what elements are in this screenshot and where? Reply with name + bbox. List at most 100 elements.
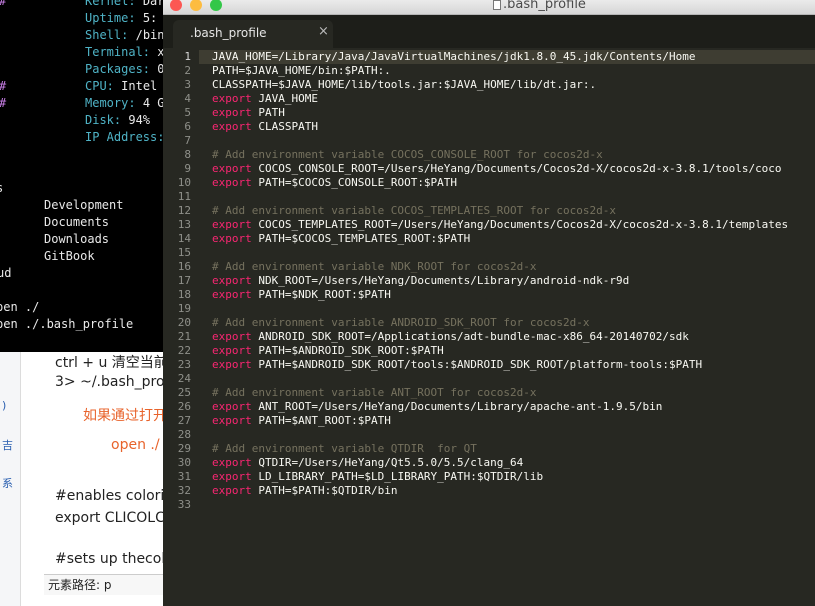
terminal-info-label: CPU:: [85, 79, 114, 93]
export-keyword: export: [212, 288, 252, 301]
line-number: 32: [177, 484, 191, 497]
code-line: export PATH=$COCOS_TEMPLATES_ROOT:$PATH: [212, 232, 470, 246]
terminal-info-line: #CPU: Intel: [0, 78, 157, 95]
line-number: 22: [177, 344, 191, 357]
code-text: ANT_ROOT=/Users/HeYang/Documents/Library…: [251, 400, 663, 413]
code-text: PATH=$ANDROID_SDK_ROOT/tools:$ANDROID_SD…: [251, 358, 703, 371]
export-keyword: export: [212, 232, 252, 245]
terminal-window: #Kernel: DarUptime: 5:Shell: /binTermina…: [0, 0, 170, 352]
code-line: # Add environment variable QTDIR for QT: [212, 442, 477, 456]
terminal-info-value: Dar: [142, 0, 165, 8]
terminal-folder-item: Documents: [44, 215, 110, 229]
code-text: COCOS_CONSOLE_ROOT=/Users/HeYang/Documen…: [251, 162, 782, 175]
code-comment: # Add environment variable ANT_ROOT for …: [212, 386, 537, 399]
line-number: 14: [177, 232, 191, 245]
terminal-info-line: Uptime: 5:: [0, 10, 157, 27]
minimize-window-button[interactable]: [190, 0, 202, 11]
doc-text-line: export CLICOLC: [55, 510, 165, 526]
terminal-info-value: Intel: [121, 79, 158, 93]
line-number-gutter: 1 2 3 4 5 6 7 8 9 10 11 12 13 14 15 16 17 18 19 20 21 22 23 24 2…: [163, 48, 199, 606]
code-line: export NDK_ROOT=/Users/HeYang/Documents/…: [212, 274, 629, 288]
sidebar-link-glyph[interactable]: 吉: [2, 437, 13, 453]
line-number: 10: [177, 176, 191, 189]
export-keyword: export: [212, 120, 252, 133]
line-number: 2: [184, 64, 191, 77]
terminal-info-line: #Memory: 4 G: [0, 95, 165, 112]
terminal-folder-item: Development: [44, 198, 124, 212]
line-number: 11: [177, 190, 191, 203]
terminal-folder-item: Downloads: [44, 232, 110, 246]
code-text: COCOS_TEMPLATES_ROOT=/Users/HeYang/Docum…: [251, 218, 789, 231]
line-number: 13: [177, 218, 191, 231]
export-keyword: export: [212, 470, 252, 483]
export-keyword: export: [212, 106, 252, 119]
terminal-hash: #: [0, 0, 85, 10]
tab-label: .bash_profile: [190, 26, 267, 40]
terminal-info-label: Shell:: [85, 28, 129, 42]
sidebar-link-glyph[interactable]: 系: [2, 475, 13, 491]
line-number: 20: [177, 316, 191, 329]
terminal-info-label: Uptime:: [85, 11, 136, 25]
terminal-command-line: pen ./.bash_profile: [0, 317, 134, 331]
code-line: CLASSPATH=$JAVA_HOME/lib/tools.jar:$JAVA…: [212, 78, 596, 92]
code-text: JAVA_HOME=/Library/Java/JavaVirtualMachi…: [212, 50, 696, 63]
code-line: export PATH=$COCOS_CONSOLE_ROOT:$PATH: [212, 176, 457, 190]
line-number: 9: [184, 162, 191, 175]
line-number: 7: [184, 134, 191, 147]
line-number: 30: [177, 456, 191, 469]
code-line: export COCOS_CONSOLE_ROOT=/Users/HeYang/…: [212, 162, 782, 176]
code-text: PATH=$ANT_ROOT:$PATH: [251, 414, 391, 427]
terminal-info-label: IP Address:: [85, 130, 165, 144]
line-number: 8: [184, 148, 191, 161]
line-number: 26: [177, 400, 191, 413]
terminal-info-line: IP Address:: [0, 129, 170, 146]
export-keyword: export: [212, 92, 252, 105]
terminal-info-label: Kernel:: [85, 0, 136, 8]
code-line: # Add environment variable ANT_ROOT for …: [212, 386, 537, 400]
code-line: # Add environment variable ANDROID_SDK_R…: [212, 316, 590, 330]
close-window-button[interactable]: [170, 0, 182, 11]
terminal-info-label: Terminal:: [85, 45, 151, 59]
terminal-command-line: pen ./: [0, 300, 40, 314]
line-number: 15: [177, 246, 191, 259]
code-line: export CLASSPATH: [212, 120, 318, 134]
code-text: NDK_ROOT=/Users/HeYang/Documents/Library…: [251, 274, 630, 287]
code-text: QTDIR=/Users/HeYang/Qt5.5.0/5.5/clang_64: [251, 456, 524, 469]
line-number: 18: [177, 288, 191, 301]
export-keyword: export: [212, 456, 252, 469]
line-number: 5: [184, 106, 191, 119]
code-line: export PATH=$ANDROID_SDK_ROOT/tools:$AND…: [212, 358, 702, 372]
sidebar-link-glyph[interactable]: ): [2, 399, 6, 412]
line-number: 19: [177, 302, 191, 315]
element-path-status: 元素路径: p: [44, 574, 170, 595]
window-titlebar[interactable]: .bash_profile: [163, 0, 815, 15]
code-line: export QTDIR=/Users/HeYang/Qt5.5.0/5.5/c…: [212, 456, 523, 470]
code-text: JAVA_HOME: [251, 92, 318, 105]
code-line: export PATH: [212, 106, 285, 120]
terminal-info-value: 94%: [128, 113, 151, 127]
tab-bash-profile[interactable]: .bash_profile ×: [173, 20, 333, 48]
code-line: export PATH=$PATH:$QTDIR/bin: [212, 484, 397, 498]
terminal-info-line: Packages: 0: [0, 61, 165, 78]
terminal-info-line: #Kernel: Dar: [0, 0, 165, 10]
code-line: export COCOS_TEMPLATES_ROOT=/Users/HeYan…: [212, 218, 788, 232]
line-number: 27: [177, 414, 191, 427]
window-title: .bash_profile: [503, 0, 586, 12]
code-text: PATH=$COCOS_TEMPLATES_ROOT:$PATH: [251, 232, 471, 245]
export-keyword: export: [212, 274, 252, 287]
terminal-text: s: [0, 180, 3, 197]
close-tab-icon[interactable]: ×: [318, 24, 329, 39]
code-line: PATH=$JAVA_HOME/bin:$PATH:.: [212, 64, 391, 78]
code-line: export PATH=$ANDROID_SDK_ROOT:$PATH: [212, 344, 444, 358]
line-number: 16: [177, 260, 191, 273]
code-line: export JAVA_HOME: [212, 92, 318, 106]
terminal-info-label: Disk:: [85, 113, 122, 127]
export-keyword: export: [212, 218, 252, 231]
code-comment: # Add environment variable NDK_ROOT for …: [212, 260, 537, 273]
export-keyword: export: [212, 400, 252, 413]
zoom-window-button[interactable]: [210, 0, 222, 11]
editor-window: .bash_profile .bash_profile × 1234567891…: [163, 0, 815, 606]
document-page: ) 吉系 ctrl + u 清空当前 3> ~/.bash_pro 如果通过打开 …: [0, 352, 170, 606]
code-area[interactable]: JAVA_HOME=/Library/Java/JavaVirtualMachi…: [212, 48, 815, 606]
doc-highlight-text: open ./: [111, 437, 160, 453]
